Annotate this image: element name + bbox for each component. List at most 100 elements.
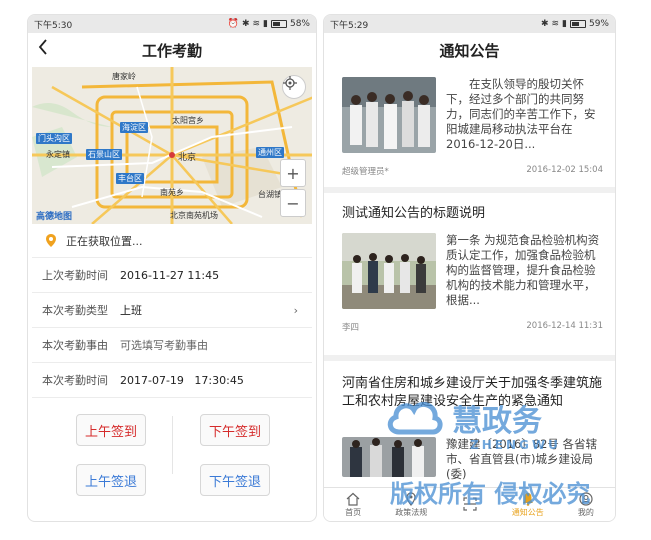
map-roads bbox=[32, 67, 312, 224]
map-logo: 高德地图 bbox=[36, 212, 73, 222]
current-time-row: 本次考勤时间 2017-07-19 17:30:45 bbox=[32, 363, 312, 398]
field-value: 2016-11-27 11:45 bbox=[120, 268, 220, 282]
status-time: 下午5:30 bbox=[34, 20, 73, 31]
bluetooth-icon: ✱ bbox=[540, 19, 549, 29]
field-value: 2017-07-19 17:30:45 bbox=[120, 373, 244, 387]
chevron-left-icon bbox=[38, 39, 47, 55]
notice-card[interactable]: 测试通知公告的标题说明 第一条 为规范食品检验机构资质认定工作，加强食品检验机构… bbox=[342, 205, 603, 345]
pm-sign-in-button[interactable]: 下午签到 bbox=[200, 414, 270, 446]
page-title: 工作考勤 bbox=[141, 41, 202, 60]
divider bbox=[324, 187, 615, 193]
map-view[interactable]: 唐家岭 太阳宫乡 海淀区 门头沟区 永定镇 石景山区 北京 通州区 丰台区 南苑… bbox=[32, 67, 312, 224]
tab-bar: 首页 政策法规 通知公告 我的 bbox=[324, 487, 615, 521]
notice-summary: 在支队领导的殷切关怀下，经过多个部门的共同努力，同志们的辛苦工作下，安阳城建局移… bbox=[446, 77, 596, 151]
home-icon bbox=[346, 492, 360, 506]
map-district: 丰台区 bbox=[116, 173, 144, 184]
map-place: 北京南苑机场 bbox=[170, 211, 218, 220]
signal-icon: ▮ bbox=[562, 19, 567, 29]
notice-photo bbox=[342, 77, 436, 153]
back-button[interactable] bbox=[38, 39, 48, 60]
map-district: 通州区 bbox=[256, 147, 284, 158]
tab-label: 政策法规 bbox=[395, 507, 428, 517]
notice-meta: 李四 2016-12-14 11:31 bbox=[342, 321, 603, 333]
field-label: 本次考勤类型 bbox=[42, 304, 108, 317]
chevron-right-icon: › bbox=[293, 303, 298, 317]
tab-profile[interactable]: 我的 bbox=[557, 488, 615, 521]
notice-photo bbox=[342, 437, 436, 477]
attendance-type-select[interactable]: 上班 bbox=[120, 302, 312, 318]
notice-screen: 下午5:29 ✱ ≋ ▮ 59% 通知公告 在支队领导的殷切关怀下，经过多个部门… bbox=[323, 14, 616, 522]
field-label: 本次考勤事由 bbox=[42, 339, 108, 352]
tab-home[interactable]: 首页 bbox=[324, 488, 382, 521]
status-icons: ⏰ ✱ ≋ ▮ 58% bbox=[228, 19, 310, 29]
map-place: 台湖镇 bbox=[258, 190, 282, 199]
notice-title: 河南省住房和城乡建设厅关于加强冬季建筑施工和农村房屋建设安全生产的紧急通知 bbox=[342, 376, 603, 409]
map-place: 太阳宫乡 bbox=[172, 116, 204, 125]
notice-author: 超级管理员* bbox=[342, 167, 389, 177]
notice-list[interactable]: 在支队领导的殷切关怀下，经过多个部门的共同努力，同志们的辛苦工作下，安阳城建局移… bbox=[324, 67, 615, 487]
status-time: 下午5:29 bbox=[330, 20, 369, 31]
last-attendance-row: 上次考勤时间 2016-11-27 11:45 bbox=[32, 258, 312, 293]
divider bbox=[172, 416, 173, 474]
status-icons: ✱ ≋ ▮ 59% bbox=[541, 19, 609, 29]
tab-policy[interactable]: 政策法规 bbox=[382, 488, 440, 521]
tab-label: 我的 bbox=[577, 507, 594, 517]
pm-sign-out-button[interactable]: 下午签退 bbox=[200, 464, 270, 496]
map-place: 北京 bbox=[178, 153, 197, 163]
map-district: 门头沟区 bbox=[36, 133, 72, 144]
attendance-type-row[interactable]: 本次考勤类型 上班 › bbox=[32, 293, 312, 328]
map-place: 唐家岭 bbox=[112, 72, 136, 81]
notice-date: 2016-12-14 11:31 bbox=[526, 321, 603, 331]
map-district: 海淀区 bbox=[120, 122, 148, 133]
pin-icon bbox=[406, 491, 416, 506]
map-place: 永定镇 bbox=[46, 150, 70, 159]
battery-percent: 59% bbox=[588, 19, 609, 29]
bluetooth-icon: ✱ bbox=[241, 19, 250, 29]
signal-icon: ▮ bbox=[263, 19, 268, 29]
map-district: 石景山区 bbox=[86, 149, 122, 160]
notice-date: 2016-12-02 15:04 bbox=[526, 165, 603, 175]
locate-button[interactable] bbox=[282, 75, 306, 99]
am-sign-in-button[interactable]: 上午签到 bbox=[76, 414, 146, 446]
divider bbox=[324, 355, 615, 361]
page-title: 通知公告 bbox=[439, 41, 500, 60]
location-pin-icon bbox=[46, 234, 56, 247]
crosshair-icon bbox=[283, 76, 297, 90]
battery-icon bbox=[569, 20, 586, 28]
am-sign-out-button[interactable]: 上午签退 bbox=[76, 464, 146, 496]
reason-row[interactable]: 本次考勤事由 可选填写考勤事由 bbox=[32, 328, 312, 363]
alarm-icon: ⏰ bbox=[227, 19, 239, 29]
notice-author: 李四 bbox=[342, 323, 360, 333]
sign-buttons: 上午签到 下午签到 上午签退 下午签退 bbox=[28, 398, 316, 513]
notice-title: 测试通知公告的标题说明 bbox=[342, 206, 486, 221]
location-row: 正在获取位置... bbox=[32, 224, 312, 258]
nav-bar: 工作考勤 bbox=[28, 33, 316, 67]
field-label: 本次考勤时间 bbox=[42, 374, 108, 387]
user-icon bbox=[579, 491, 593, 506]
scan-icon bbox=[462, 497, 477, 511]
zoom-out-button[interactable]: − bbox=[280, 189, 306, 217]
notice-card[interactable]: 在支队领导的殷切关怀下，经过多个部门的共同努力，同志们的辛苦工作下，安阳城建局移… bbox=[342, 77, 603, 177]
tab-scan[interactable] bbox=[440, 488, 498, 521]
notice-meta: 超级管理员* 2016-12-02 15:04 bbox=[342, 165, 603, 177]
field-label: 上次考勤时间 bbox=[42, 269, 108, 282]
map-place: 南苑乡 bbox=[160, 188, 184, 197]
attendance-screen: 下午5:30 ⏰ ✱ ≋ ▮ 58% 工作考勤 唐家岭 太阳宫乡 海淀区 门头沟… bbox=[27, 14, 317, 522]
notice-card[interactable]: 河南省住房和城乡建设厅关于加强冬季建筑施工和农村房屋建设安全生产的紧急通知 豫建… bbox=[342, 375, 603, 487]
reason-input[interactable]: 可选填写考勤事由 bbox=[120, 337, 312, 353]
wifi-icon: ≋ bbox=[551, 19, 560, 29]
zoom-in-button[interactable]: + bbox=[280, 159, 306, 187]
status-bar: 下午5:29 ✱ ≋ ▮ 59% bbox=[324, 15, 615, 33]
wifi-icon: ≋ bbox=[252, 19, 261, 29]
battery-icon bbox=[270, 20, 287, 28]
location-text: 正在获取位置... bbox=[66, 234, 143, 248]
status-bar: 下午5:30 ⏰ ✱ ≋ ▮ 58% bbox=[28, 15, 316, 33]
notice-summary: 豫建建〔2016〕82号 各省辖市、省直管县(市)城乡建设局(委) bbox=[446, 437, 598, 481]
nav-bar: 通知公告 bbox=[324, 33, 615, 67]
tab-label: 通知公告 bbox=[511, 507, 544, 517]
tab-label: 首页 bbox=[345, 507, 362, 517]
notice-photo bbox=[342, 233, 436, 309]
notice-summary: 第一条 为规范食品检验机构资质认定工作，加强食品检验机构的监督管理，提升食品检验… bbox=[446, 233, 600, 307]
bell-icon bbox=[522, 492, 533, 506]
tab-notices[interactable]: 通知公告 bbox=[499, 488, 557, 521]
